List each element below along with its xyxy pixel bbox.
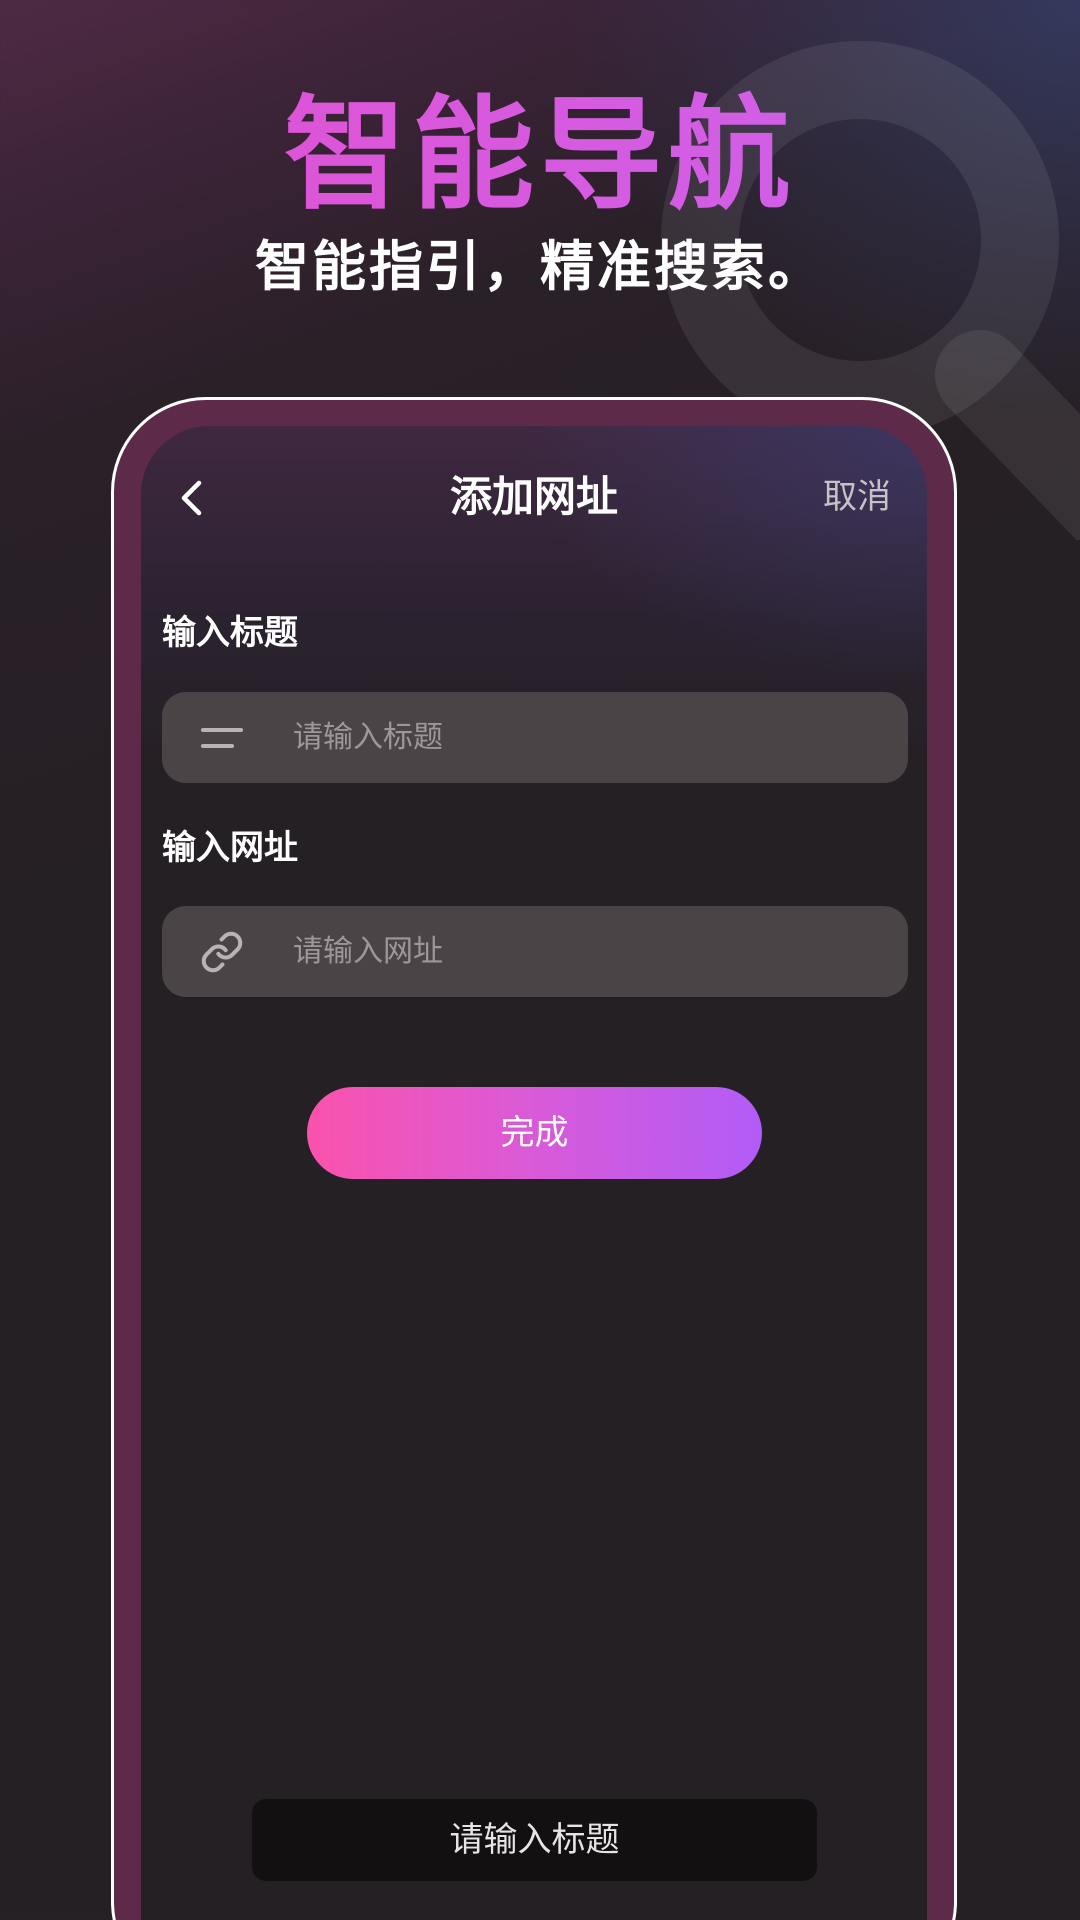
promo-headline: 智能导航 — [0, 85, 1080, 225]
link-icon — [198, 928, 246, 976]
cancel-button[interactable]: 取消 — [823, 471, 891, 523]
url-field-label: 输入网址 — [162, 828, 298, 868]
screen-glow — [507, 426, 927, 686]
promo-subline: 智能指引，精准搜索。 — [255, 235, 825, 298]
toast-message: 请输入标题 — [252, 1799, 817, 1881]
lines-icon — [198, 714, 246, 762]
done-button[interactable]: 完成 — [307, 1087, 762, 1179]
page-title: 添加网址 — [449, 472, 618, 521]
url-input-placeholder: 请输入网址 — [293, 934, 443, 969]
title-field-label: 输入标题 — [162, 613, 298, 653]
phone-screen: 添加网址 取消 输入标题 请输入标题 输入网址 请输入网址 完成 请输入标题 — [141, 426, 927, 1920]
title-input[interactable]: 请输入标题 — [162, 692, 908, 783]
url-input[interactable]: 请输入网址 — [162, 906, 908, 997]
title-input-placeholder: 请输入标题 — [293, 720, 443, 755]
